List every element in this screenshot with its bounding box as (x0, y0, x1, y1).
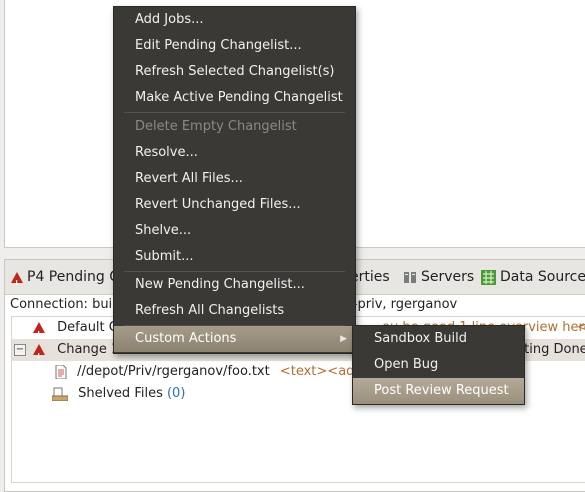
default-changelist-label: Default C (57, 320, 118, 335)
servers-icon (404, 272, 416, 283)
default-changelist-desc-cont: < (577, 320, 585, 335)
menu-item-resolve[interactable]: Resolve... (114, 140, 355, 166)
menu-item-custom-actions-label: Custom Actions (135, 331, 237, 346)
p4-icon (11, 271, 23, 293)
submenu-arrow-icon: ▶ (340, 334, 347, 344)
menu-item-edit-pending-changelist[interactable]: Edit Pending Changelist... (114, 33, 355, 59)
shelved-files-count: (0) (166, 386, 186, 401)
collapse-toggle[interactable]: − (14, 344, 26, 356)
text-file-icon (55, 364, 67, 379)
tab-p4-pending-label: P4 Pending C (27, 269, 119, 285)
shelved-files-icon (51, 387, 69, 401)
custom-actions-submenu: Sandbox Build Open Bug Post Review Reque… (352, 325, 525, 405)
warning-icon (33, 344, 45, 367)
submenu-item-open-bug[interactable]: Open Bug (353, 352, 524, 378)
submenu-item-post-review-request[interactable]: Post Review Request (353, 378, 524, 404)
shelved-files-label: Shelved Files (78, 386, 163, 401)
menu-item-refresh-selected-changelists[interactable]: Refresh Selected Changelist(s) (114, 59, 355, 85)
menu-item-make-active-pending-changelist[interactable]: Make Active Pending Changelist (114, 85, 355, 111)
menu-item-shelve[interactable]: Shelve... (114, 218, 355, 244)
tab-servers[interactable]: Servers (403, 267, 474, 287)
change-desc: cting Done: (517, 342, 585, 357)
context-menu: Add Jobs... Edit Pending Changelist... R… (113, 6, 356, 354)
menu-item-add-jobs[interactable]: Add Jobs... (114, 7, 355, 33)
tab-servers-label: Servers (421, 269, 475, 285)
menu-item-revert-unchanged-files[interactable]: Revert Unchanged Files... (114, 192, 355, 218)
tab-data-source[interactable]: Data Source (481, 267, 585, 287)
menu-item-new-pending-changelist[interactable]: New Pending Changelist... (114, 272, 355, 298)
submenu-item-sandbox-build[interactable]: Sandbox Build (353, 326, 524, 352)
data-source-icon (481, 269, 496, 285)
menu-item-refresh-all-changelists[interactable]: Refresh All Changelists (114, 298, 355, 324)
menu-item-submit[interactable]: Submit... (114, 244, 355, 270)
menu-separator (124, 112, 345, 113)
tab-data-source-label: Data Source (500, 269, 585, 285)
connection-prefix: Connection: build (10, 297, 125, 312)
menu-item-delete-empty-changelist: Delete Empty Changelist (135, 119, 297, 134)
warning-icon (33, 322, 45, 345)
menu-item-revert-all-files[interactable]: Revert All Files... (114, 166, 355, 192)
change-label: Change 1 (57, 342, 120, 357)
menu-item-custom-actions[interactable]: Custom Actions ▶ (114, 326, 355, 352)
tab-p4-pending[interactable]: P4 Pending C (11, 267, 119, 293)
file-path: //depot/Priv/rgerganov/foo.txt (77, 364, 270, 379)
